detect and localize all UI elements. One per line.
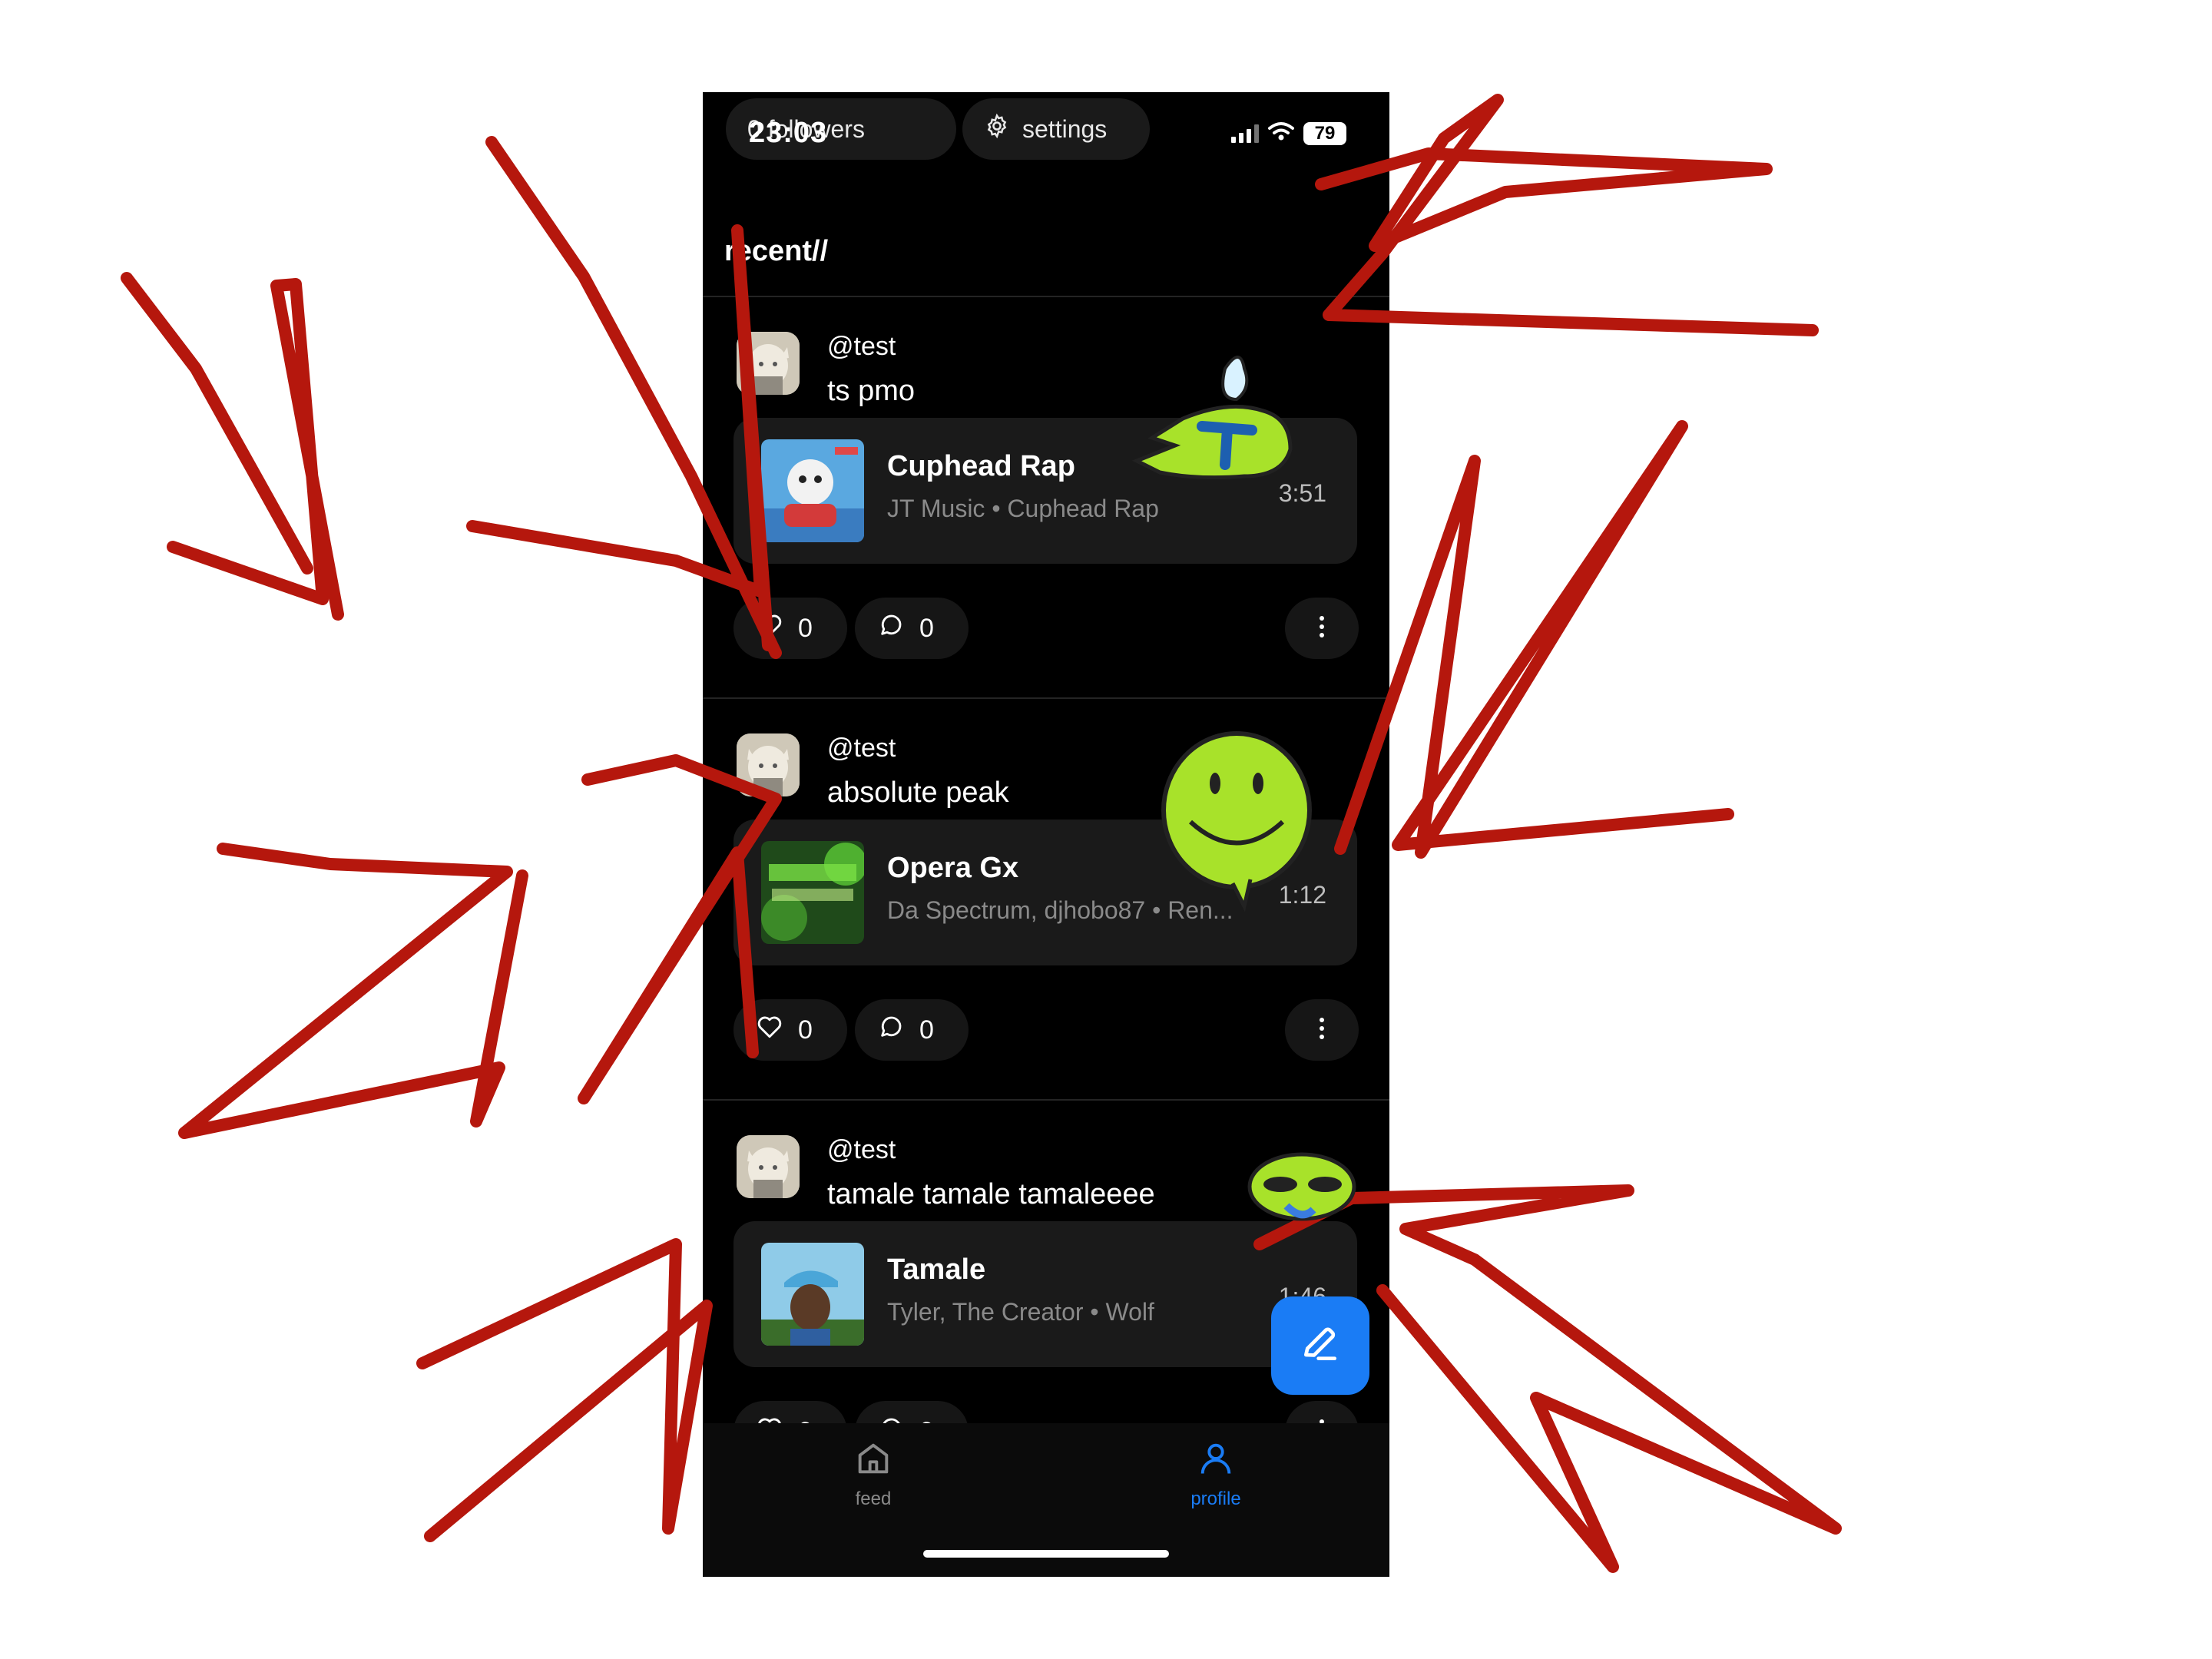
- avatar[interactable]: [737, 733, 800, 796]
- like-button[interactable]: 0: [733, 999, 847, 1061]
- more-button[interactable]: [1285, 999, 1359, 1061]
- user-icon: [1154, 1439, 1277, 1484]
- scribble-arrow: [1334, 420, 1734, 859]
- tab-feed[interactable]: feed: [812, 1439, 935, 1510]
- pencil-icon: [1299, 1323, 1342, 1369]
- track-title: Cuphead Rap: [887, 450, 1075, 482]
- track-card[interactable]: Opera Gx Da Spectrum, djhobo87 • Ren... …: [733, 820, 1357, 965]
- more-vertical-icon: [1318, 1016, 1326, 1045]
- divider: [703, 1099, 1389, 1101]
- tab-profile-label: profile: [1190, 1488, 1241, 1509]
- album-cover: [761, 439, 864, 542]
- comment-icon: [878, 1014, 904, 1047]
- scribble-arrow: [1315, 94, 1819, 336]
- settings-label: settings: [1022, 114, 1108, 143]
- home-indicator: [923, 1550, 1169, 1558]
- comment-button[interactable]: 0: [855, 999, 969, 1061]
- battery-indicator: 79: [1303, 121, 1346, 145]
- track-card[interactable]: Tamale Tyler, The Creator • Wolf 1:46: [733, 1221, 1357, 1367]
- track-subtitle: Tyler, The Creator • Wolf: [887, 1298, 1154, 1326]
- post-card: @test absolute peak Opera Gx Da Spectrum…: [703, 700, 1389, 1099]
- post-text: absolute peak: [827, 777, 1009, 809]
- track-title: Tamale: [887, 1253, 986, 1286]
- post-handle[interactable]: @test: [827, 332, 896, 362]
- like-button[interactable]: 0: [733, 598, 847, 659]
- avatar[interactable]: [737, 1135, 800, 1198]
- gear-icon: [984, 113, 1010, 145]
- scribble-arrow: [416, 1238, 713, 1542]
- post-text: ts pmo: [827, 375, 916, 407]
- status-bar: 0 followers settings 23:03 79: [703, 92, 1389, 177]
- status-time: 23:03: [749, 117, 828, 149]
- album-cover: [761, 841, 864, 944]
- heart-icon: [757, 1015, 783, 1046]
- divider: [703, 697, 1389, 699]
- post-handle[interactable]: @test: [827, 733, 896, 763]
- divider: [703, 296, 1389, 297]
- track-card[interactable]: Cuphead Rap JT Music • Cuphead Rap 3:51: [733, 418, 1357, 564]
- home-icon: [812, 1439, 935, 1484]
- app-screen: 0 followers settings 23:03 79 recent// @…: [703, 92, 1389, 1577]
- heart-icon: [757, 613, 783, 644]
- post-card: @test ts pmo Cuphead Rap JT Music • Cuph…: [703, 298, 1389, 697]
- settings-button[interactable]: settings: [962, 98, 1150, 160]
- scribble-arrow: [121, 272, 344, 621]
- like-count: 0: [798, 1015, 813, 1045]
- scribble-arrow: [178, 843, 528, 1139]
- comment-count: 0: [919, 613, 934, 643]
- avatar[interactable]: [737, 332, 800, 395]
- track-title: Opera Gx: [887, 852, 1019, 884]
- section-title: recent//: [724, 235, 829, 267]
- comment-count: 0: [919, 1015, 934, 1045]
- post-handle[interactable]: @test: [827, 1135, 896, 1165]
- signal-icon: [1231, 124, 1259, 143]
- more-vertical-icon: [1318, 614, 1326, 643]
- more-button[interactable]: [1285, 598, 1359, 659]
- compose-button[interactable]: [1271, 1296, 1369, 1395]
- tab-profile[interactable]: profile: [1154, 1439, 1277, 1510]
- album-cover: [761, 1243, 864, 1346]
- status-indicators: 79: [1231, 121, 1346, 145]
- tab-feed-label: feed: [855, 1488, 892, 1509]
- track-subtitle: Da Spectrum, djhobo87 • Ren...: [887, 896, 1233, 924]
- post-text: tamale tamale tamaleeee: [827, 1178, 1155, 1210]
- wifi-icon: [1268, 121, 1294, 145]
- track-duration: 1:12: [1278, 881, 1326, 909]
- track-subtitle: JT Music • Cuphead Rap: [887, 495, 1159, 522]
- like-count: 0: [798, 613, 813, 643]
- track-duration: 3:51: [1278, 479, 1326, 507]
- comment-icon: [878, 612, 904, 645]
- comment-button[interactable]: 0: [855, 598, 969, 659]
